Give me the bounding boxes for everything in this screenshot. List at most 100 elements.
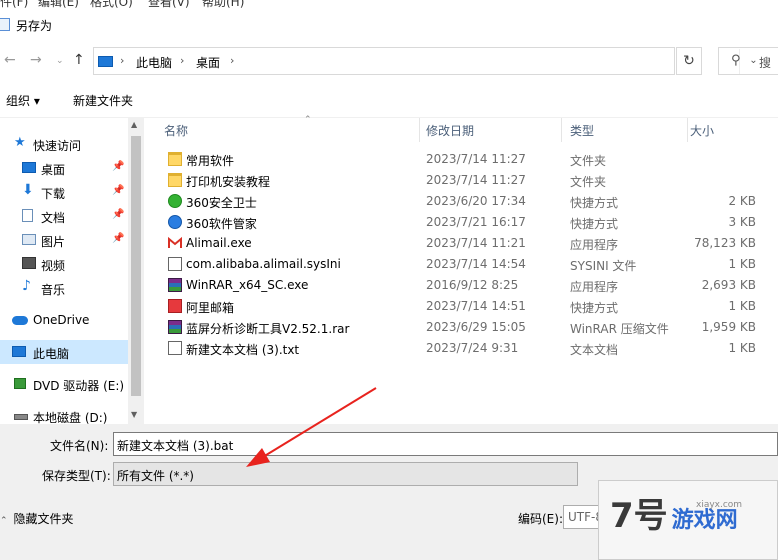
- pin-icon[interactable]: 📌: [112, 209, 124, 220]
- scrollbar-thumb[interactable]: [131, 136, 141, 396]
- file-name: 蓝屏分析诊断工具V2.52.1.rar: [186, 322, 350, 336]
- file-name: 阿里邮箱: [186, 301, 235, 315]
- file-row[interactable]: Alimail.exe 2023/7/14 11:21 应用程序 78,123 …: [144, 233, 778, 254]
- nav-label: 桌面: [41, 163, 66, 177]
- file-type: 文件夹: [570, 175, 607, 189]
- pin-icon[interactable]: 📌: [112, 233, 124, 244]
- cloud-icon: [12, 316, 28, 325]
- scroll-up-icon[interactable]: ▲: [131, 120, 137, 129]
- file-row[interactable]: WinRAR_x64_SC.exe 2016/9/12 8:25 应用程序 2,…: [144, 275, 778, 296]
- nav-item-this-pc[interactable]: 此电脑: [0, 340, 128, 364]
- file-row[interactable]: 常用软件 2023/7/14 11:27 文件夹: [144, 149, 778, 170]
- chevron-right-icon[interactable]: ›: [120, 54, 124, 67]
- winrar-icon: [168, 278, 182, 292]
- nav-label: 视频: [41, 259, 66, 273]
- file-row[interactable]: 360安全卫士 2023/6/20 17:34 快捷方式 2 KB: [144, 191, 778, 212]
- file-name: WinRAR_x64_SC.exe: [186, 278, 309, 292]
- nav-item-pictures[interactable]: 图片 📌: [0, 228, 128, 252]
- nav-item-documents[interactable]: 文档 📌: [0, 204, 128, 228]
- disk-icon: [14, 414, 28, 420]
- nav-item-desktop[interactable]: 桌面 📌: [0, 156, 128, 180]
- organize-button[interactable]: 组织 ▾: [6, 92, 40, 109]
- pin-icon[interactable]: 📌: [112, 185, 124, 196]
- recent-dropdown-icon[interactable]: ⌄: [56, 56, 64, 66]
- file-name: 常用软件: [186, 154, 235, 168]
- menu-help[interactable]: 帮助(H): [202, 0, 244, 8]
- folder-icon: [168, 152, 182, 166]
- file-name: 360安全卫士: [186, 196, 257, 210]
- alimail-exe-icon: [168, 236, 182, 248]
- up-arrow-icon[interactable]: ↑: [73, 52, 85, 68]
- file-size: 1 KB: [728, 257, 756, 271]
- file-type: 快捷方式: [570, 217, 619, 231]
- nav-item-local-disk[interactable]: 本地磁盘 (D:): [0, 404, 128, 424]
- computer-icon: [12, 346, 26, 357]
- menu-view[interactable]: 查看(V): [148, 0, 190, 8]
- nav-label: 本地磁盘 (D:): [33, 411, 108, 424]
- forward-arrow-icon[interactable]: →: [30, 52, 42, 68]
- nav-item-downloads[interactable]: ⬇ 下载 📌: [0, 180, 128, 204]
- filename-input[interactable]: 新建文本文档 (3).bat: [113, 432, 778, 456]
- file-type: 应用程序: [570, 238, 619, 252]
- download-icon: ⬇: [22, 182, 34, 198]
- nav-item-music[interactable]: ♪ 音乐: [0, 276, 128, 300]
- file-date: 2023/6/29 15:05: [426, 320, 526, 334]
- file-row[interactable]: com.alibaba.alimail.sysIni 2023/7/14 14:…: [144, 254, 778, 275]
- nav-label: 图片: [41, 235, 66, 249]
- file-row[interactable]: 蓝屏分析诊断工具V2.52.1.rar 2023/6/29 15:05 WinR…: [144, 317, 778, 338]
- file-date: 2023/7/24 9:31: [426, 341, 519, 355]
- file-row[interactable]: 打印机安装教程 2023/7/14 11:27 文件夹: [144, 170, 778, 191]
- menu-file[interactable]: 件(F): [0, 0, 28, 8]
- nav-item-onedrive[interactable]: OneDrive: [0, 308, 128, 332]
- chevron-right-icon[interactable]: ›: [180, 54, 184, 67]
- watermark-logo-number: 7号: [610, 496, 668, 536]
- column-header-size[interactable]: 大小: [690, 118, 778, 142]
- file-row[interactable]: 新建文本文档 (3).txt 2023/7/24 9:31 文本文档 1 KB: [144, 338, 778, 359]
- rar-archive-icon: [168, 320, 182, 334]
- file-row[interactable]: 360软件管家 2023/7/21 16:17 快捷方式 3 KB: [144, 212, 778, 233]
- address-bar[interactable]: › 此电脑 › 桌面 › ⌄: [93, 47, 758, 75]
- menu-bar: 件(F) 编辑(E) 格式(O) 查看(V) 帮助(H): [0, 0, 778, 8]
- breadcrumb-this-pc[interactable]: 此电脑: [136, 54, 172, 71]
- column-header-type[interactable]: 类型: [570, 118, 688, 142]
- breadcrumb-desktop[interactable]: 桌面: [196, 54, 220, 71]
- chevron-right-icon[interactable]: ›: [230, 54, 234, 67]
- refresh-icon: ↻: [683, 53, 695, 69]
- nav-item-quick-access[interactable]: ★ 快速访问: [0, 132, 128, 156]
- column-label: 大小: [690, 124, 715, 138]
- file-name: 打印机安装教程: [186, 175, 271, 189]
- filetype-label: 保存类型(T):: [42, 469, 111, 483]
- window-title: 另存为: [16, 19, 53, 33]
- menu-edit[interactable]: 编辑(E): [38, 0, 79, 8]
- column-label: 类型: [570, 124, 595, 138]
- file-size: 1 KB: [728, 299, 756, 313]
- nav-label: OneDrive: [33, 313, 90, 327]
- file-date: 2023/7/14 14:51: [426, 299, 526, 313]
- encoding-label: 编码(E):: [518, 512, 563, 526]
- refresh-button[interactable]: ↻: [676, 47, 702, 75]
- menu-format[interactable]: 格式(O): [90, 0, 133, 8]
- file-size: 2,693 KB: [701, 278, 756, 292]
- nav-item-dvd-drive[interactable]: DVD 驱动器 (E:) (: [0, 372, 128, 396]
- file-list: ⌃ 名称 修改日期 类型 大小 常用软件 2023/7/14 11:27 文件夹…: [144, 115, 778, 424]
- navigation-pane: ★ 快速访问 桌面 📌 ⬇ 下载 📌 文档 📌 图片 📌 视频 ♪ 音乐 One…: [0, 118, 128, 424]
- nav-item-videos[interactable]: 视频: [0, 252, 128, 276]
- scroll-down-icon[interactable]: ▼: [131, 410, 137, 419]
- sort-up-icon: ⌃: [304, 115, 312, 125]
- search-input[interactable]: ⚲ 搜: [718, 47, 778, 75]
- dvd-icon: [14, 378, 26, 389]
- picture-icon: [22, 234, 36, 245]
- hide-folders-toggle[interactable]: ⌃ 隐藏文件夹: [0, 510, 74, 527]
- new-folder-button[interactable]: 新建文件夹: [73, 92, 133, 109]
- filetype-select[interactable]: 所有文件 (*.*): [113, 462, 578, 486]
- column-header-date[interactable]: 修改日期: [426, 118, 562, 142]
- column-header-name[interactable]: ⌃ 名称: [164, 115, 420, 142]
- document-icon: [22, 209, 33, 222]
- column-label: 名称: [164, 124, 189, 138]
- save-form: 文件名(N): 新建文本文档 (3).bat 保存类型(T): 所有文件 (*.…: [0, 424, 778, 560]
- back-arrow-icon[interactable]: ←: [4, 52, 16, 68]
- file-row[interactable]: 阿里邮箱 2023/7/14 14:51 快捷方式 1 KB: [144, 296, 778, 317]
- nav-scrollbar[interactable]: ▲ ▼: [128, 118, 144, 424]
- 360-security-icon: [168, 194, 182, 208]
- pin-icon[interactable]: 📌: [112, 161, 124, 172]
